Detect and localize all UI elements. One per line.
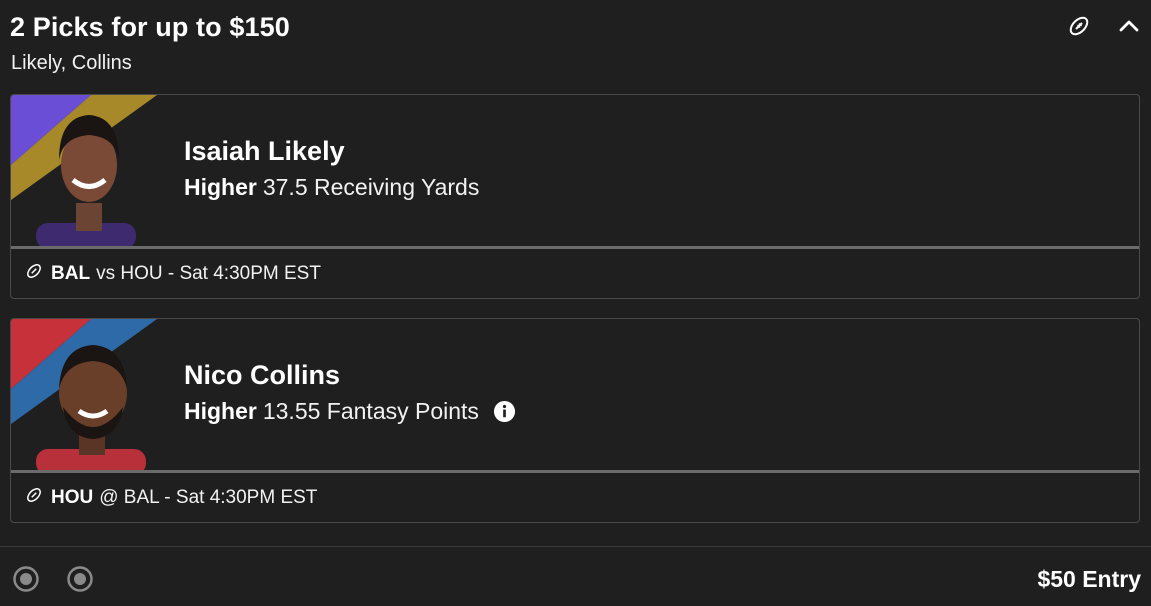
pick-direction: Higher [184,398,257,424]
player-name: Isaiah Likely [184,136,345,166]
player-area: Nico Collins Higher 13.55 Fantasy Points [11,319,1139,470]
pick-stat: 13.55 Fantasy Points [262,398,479,424]
pick-line: Higher 37.5 Receiving Yards [184,174,479,201]
pick-direction: Higher [184,174,257,200]
divider [11,470,1139,473]
football-icon [25,486,43,510]
pick-line: Higher 13.55 Fantasy Points [184,398,516,425]
player-photo [11,95,157,246]
football-icon [25,262,43,286]
chevron-up-icon[interactable] [1117,14,1141,38]
player-name: Nico Collins [184,360,341,390]
pick-card[interactable]: Nico Collins Higher 13.55 Fantasy Points… [10,318,1140,523]
game-info: BAL vs HOU - Sat 4:30PM EST [25,262,321,286]
entry-amount: $50 Entry [1037,566,1141,592]
entry-header: 2 Picks for up to $150 Likely, Collins [10,10,1141,80]
football-icon[interactable] [1067,14,1091,38]
game-info: HOU @ BAL - Sat 4:30PM EST [25,486,317,510]
pick-stat: 37.5 Receiving Yards [262,174,480,200]
team-abbrev: BAL [51,263,91,284]
matchup: @ BAL - Sat 4:30PM EST [99,487,318,508]
team-abbrev: HOU [51,487,94,508]
footer-divider [0,546,1151,547]
header-actions [1067,14,1141,38]
entry-subtitle: Likely, Collins [11,52,132,74]
divider [11,246,1139,249]
matchup: vs HOU - Sat 4:30PM EST [96,263,321,284]
player-photo [11,319,157,470]
pick-card[interactable]: Isaiah Likely Higher 37.5 Receiving Yard… [10,94,1140,299]
player-area: Isaiah Likely Higher 37.5 Receiving Yard… [11,95,1139,246]
radio-icon[interactable] [13,566,39,592]
radio-icon[interactable] [67,566,93,592]
info-icon[interactable] [493,400,516,423]
entry-title: 2 Picks for up to $150 [10,12,290,42]
